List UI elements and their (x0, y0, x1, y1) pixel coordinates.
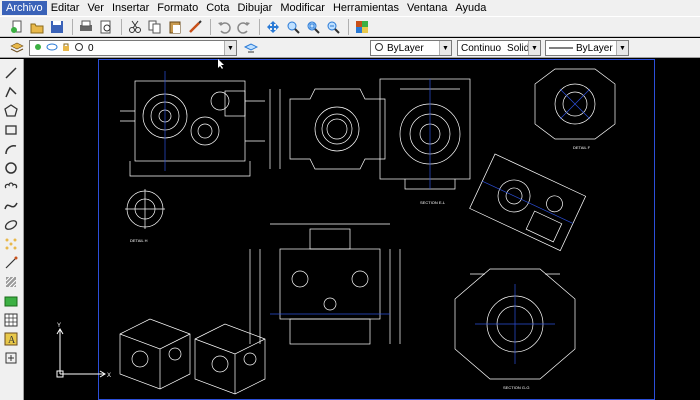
lineweight-line-icon (549, 43, 573, 54)
menu-ventana[interactable]: Ventana (403, 1, 451, 15)
pump-front-view (120, 71, 265, 177)
svg-text:A: A (8, 335, 16, 346)
cut-icon[interactable] (126, 18, 144, 36)
svg-text:X: X (107, 373, 111, 379)
draw-toolbar: A (0, 59, 24, 400)
toolbar-separator (259, 18, 260, 35)
open-file-icon[interactable] (28, 18, 46, 36)
section-el-label: SECTION E-L (420, 200, 446, 205)
zoom-realtime-icon[interactable] (284, 18, 302, 36)
flange-view (269, 88, 386, 170)
pan-icon[interactable] (264, 18, 282, 36)
layer-dropdown[interactable]: 0 ▼ (29, 40, 237, 56)
isometric-view-1 (119, 318, 191, 390)
new-file-icon[interactable] (8, 18, 26, 36)
section-gg (454, 268, 576, 380)
line-icon[interactable] (3, 65, 19, 81)
linetype-dropdown[interactable]: Continuo Solid line ▼ (457, 40, 541, 56)
linetype-value: Continuo (461, 42, 502, 54)
toolbar-separator (72, 18, 73, 35)
hatch-icon[interactable] (3, 274, 19, 290)
chevron-down-icon[interactable]: ▼ (439, 41, 451, 55)
print-icon[interactable] (77, 18, 95, 36)
detail-f-label: DETAIL F (573, 145, 591, 150)
menu-bar: Archivo Editar Ver Insertar Formato Cota… (0, 0, 700, 16)
chevron-down-icon[interactable]: ▼ (528, 41, 540, 55)
section-gg-label: SECTION G-G (503, 385, 529, 390)
paste-icon[interactable] (166, 18, 184, 36)
menu-archivo[interactable]: Archivo (2, 1, 47, 15)
layer-color-icon (74, 42, 84, 55)
revision-cloud-icon[interactable] (3, 179, 19, 195)
detail-h: DETAIL H (125, 189, 165, 243)
menu-dibujar[interactable]: Dibujar (233, 1, 276, 15)
color-swatch-icon (374, 42, 384, 55)
isometric-view-2 (194, 323, 266, 395)
svg-text:Y: Y (57, 323, 61, 329)
color-value: ByLayer (387, 42, 424, 54)
chevron-down-icon[interactable]: ▼ (616, 41, 628, 55)
menu-cota[interactable]: Cota (202, 1, 233, 15)
match-properties-icon[interactable] (186, 18, 204, 36)
top-right-view (534, 68, 616, 140)
drawing-linework: SECTION E-L DETAIL F DETAIL H SECTION G-… (56, 68, 616, 395)
spline-icon[interactable] (3, 198, 19, 214)
menu-herramientas[interactable]: Herramientas (329, 1, 403, 15)
save-icon[interactable] (48, 18, 66, 36)
menu-formato[interactable]: Formato (153, 1, 202, 15)
lineweight-dropdown[interactable]: ByLayer ▼ (545, 40, 629, 56)
undo-icon[interactable] (215, 18, 233, 36)
menu-editar[interactable]: Editar (47, 1, 84, 15)
copy-icon[interactable] (146, 18, 164, 36)
circle-icon[interactable] (3, 160, 19, 176)
layers-properties-toolbar: 0 ▼ ByLayer ▼ Continuo Solid line ▼ ByLa… (0, 38, 700, 58)
toolbar-separator (348, 18, 349, 35)
polyline-icon[interactable] (3, 84, 19, 100)
layer-on-icon (33, 42, 43, 55)
polygon-icon[interactable] (3, 103, 19, 119)
lineweight-value: ByLayer (576, 42, 613, 54)
standard-toolbar (0, 16, 700, 37)
drawing-canvas[interactable]: SECTION E-L DETAIL F DETAIL H SECTION G-… (25, 59, 700, 400)
arc-icon[interactable] (3, 141, 19, 157)
add-selected-icon[interactable] (3, 350, 19, 366)
toolbar-separator (121, 18, 122, 35)
section-el: SECTION E-L (379, 78, 471, 205)
detail-f (469, 153, 587, 252)
make-block-icon[interactable] (3, 255, 19, 271)
menu-modificar[interactable]: Modificar (276, 1, 329, 15)
layer-lock-icon (61, 42, 71, 55)
center-body-view (249, 223, 401, 345)
menu-ayuda[interactable]: Ayuda (451, 1, 490, 15)
properties-icon[interactable] (353, 18, 371, 36)
zoom-window-icon[interactable] (304, 18, 322, 36)
print-preview-icon[interactable] (97, 18, 115, 36)
ucs-icon: Y X (56, 323, 111, 379)
layer-freeze-icon (46, 42, 58, 55)
layer-manager-icon[interactable] (8, 39, 26, 57)
menu-insertar[interactable]: Insertar (108, 1, 153, 15)
ellipse-icon[interactable] (3, 217, 19, 233)
color-dropdown[interactable]: ByLayer ▼ (370, 40, 452, 56)
multiline-text-icon[interactable]: A (3, 331, 19, 347)
redo-icon[interactable] (235, 18, 253, 36)
menu-ver[interactable]: Ver (83, 1, 108, 15)
region-icon[interactable] (3, 293, 19, 309)
toolbar-separator (210, 18, 211, 35)
table-icon[interactable] (3, 312, 19, 328)
zoom-previous-icon[interactable] (324, 18, 342, 36)
rectangle-icon[interactable] (3, 122, 19, 138)
insert-block-icon[interactable] (3, 236, 19, 252)
detail-h-label: DETAIL H (130, 238, 148, 243)
make-current-layer-icon[interactable] (242, 39, 260, 57)
chevron-down-icon[interactable]: ▼ (224, 41, 236, 55)
current-layer-name: 0 (88, 42, 94, 54)
